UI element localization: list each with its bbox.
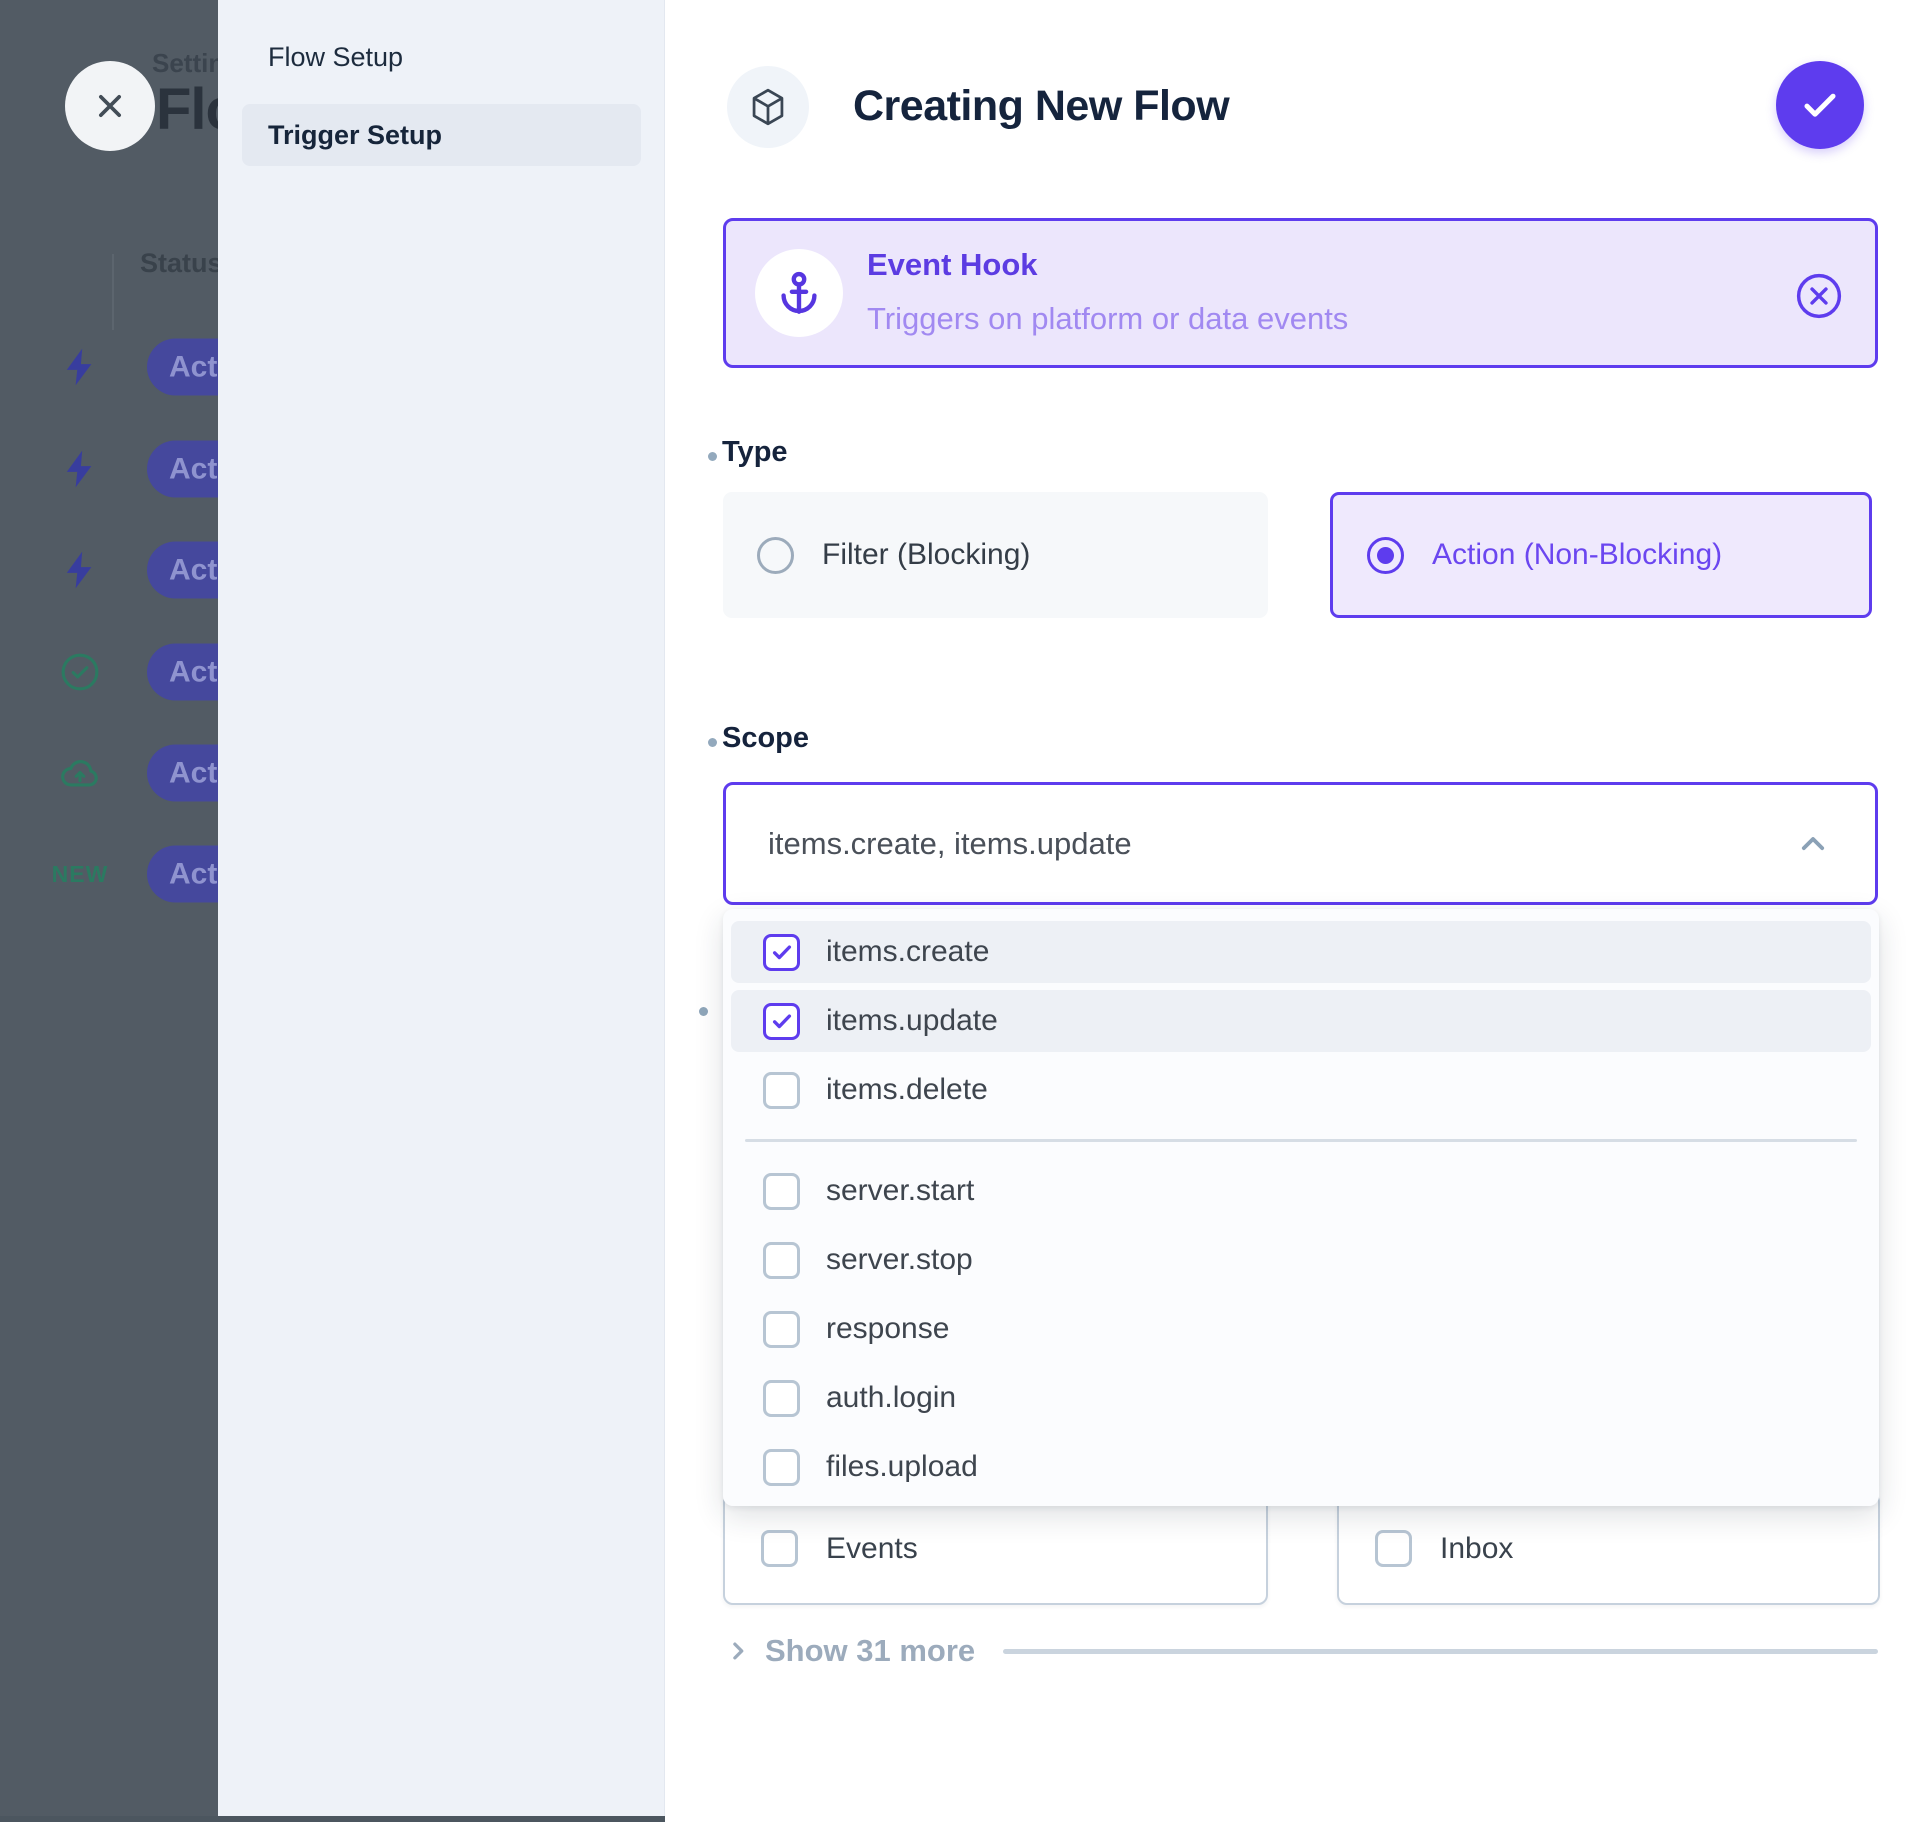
scope-options-dropdown: items.create items.update items.delete s… <box>723 909 1879 1506</box>
scope-option-items-update[interactable]: items.update <box>731 990 1871 1052</box>
background-page-title: Flo <box>156 76 218 143</box>
check-icon <box>1797 82 1843 128</box>
checkbox-checked-icon <box>763 934 800 971</box>
status-column-header: Status <box>140 248 218 279</box>
new-label: NEW <box>56 850 104 898</box>
show-more-rule <box>1003 1649 1878 1654</box>
table-row: Acti <box>0 419 218 519</box>
scope-option-server-start[interactable]: server.start <box>731 1160 1871 1222</box>
nav-item-label: Flow Setup <box>268 42 403 73</box>
table-row: Acti <box>0 622 218 722</box>
scope-option-items-create[interactable]: items.create <box>731 921 1871 983</box>
checkbox-unchecked-icon <box>763 1072 800 1109</box>
scope-select-value: items.create, items.update <box>768 826 1132 862</box>
collection-option-inbox[interactable]: Inbox <box>1337 1492 1880 1605</box>
scope-option-label: files.upload <box>826 1450 978 1484</box>
background-bottom-edge <box>0 1816 665 1822</box>
status-badge: Acti <box>147 745 218 802</box>
collection-option-label: Events <box>826 1532 918 1566</box>
status-badge: Acti <box>147 542 218 599</box>
bolt-icon <box>56 546 104 594</box>
scope-option-label: server.start <box>826 1174 974 1208</box>
trigger-card-title: Event Hook <box>867 247 1038 283</box>
radio-checked-icon <box>1367 537 1404 574</box>
breadcrumb: Settin <box>152 48 218 79</box>
chevron-up-icon[interactable] <box>1793 824 1833 864</box>
checkbox-unchecked-icon <box>763 1449 800 1486</box>
scope-option-label: server.stop <box>826 1243 973 1277</box>
cloud-upload-icon <box>56 749 104 797</box>
close-icon <box>88 84 132 128</box>
type-field-label: Type <box>722 436 788 469</box>
scope-option-server-stop[interactable]: server.stop <box>731 1229 1871 1291</box>
type-option-action[interactable]: Action (Non-Blocking) <box>1330 492 1872 618</box>
status-badge: Acti <box>147 441 218 498</box>
show-more-label: Show 31 more <box>765 1633 975 1669</box>
scope-option-label: items.create <box>826 935 989 969</box>
anchor-icon <box>774 268 824 318</box>
checkbox-unchecked-icon <box>763 1173 800 1210</box>
scope-option-items-delete[interactable]: items.delete <box>731 1059 1871 1121</box>
drawer-title: Creating New Flow <box>853 82 1229 131</box>
remove-trigger-button[interactable] <box>1793 270 1845 322</box>
check-circle-icon <box>56 648 104 696</box>
create-flow-drawer: Creating New Flow Event Hook Triggers on… <box>665 0 1924 1822</box>
table-row: Acti <box>0 317 218 417</box>
status-badge: Acti <box>147 846 218 903</box>
status-badge: Acti <box>147 644 218 701</box>
bolt-icon <box>56 343 104 391</box>
checkbox-unchecked-icon <box>761 1530 798 1567</box>
scope-option-response[interactable]: response <box>731 1298 1871 1360</box>
collection-option-events[interactable]: Events <box>723 1492 1268 1605</box>
close-drawer-button[interactable] <box>65 61 155 151</box>
scope-option-auth-login[interactable]: auth.login <box>731 1367 1871 1429</box>
status-badge: Acti <box>147 339 218 396</box>
field-edited-dot <box>708 452 717 461</box>
checkbox-unchecked-icon <box>1375 1530 1412 1567</box>
box-icon <box>746 85 790 129</box>
hidden-field-dot <box>699 1007 708 1016</box>
scope-option-files-upload[interactable]: files.upload <box>731 1436 1871 1498</box>
trigger-card-subtitle: Triggers on platform or data events <box>867 301 1348 337</box>
table-row: NEW Acti <box>0 824 218 924</box>
scope-select-input[interactable]: items.create, items.update <box>723 782 1878 905</box>
type-option-filter[interactable]: Filter (Blocking) <box>723 492 1268 618</box>
drawer-nav-panel: Flow Setup Trigger Setup <box>218 0 665 1822</box>
bolt-icon <box>56 445 104 493</box>
chevron-right-icon <box>723 1636 753 1666</box>
flow-avatar <box>727 66 809 148</box>
save-button[interactable] <box>1776 61 1864 149</box>
selected-trigger-card[interactable]: Event Hook Triggers on platform or data … <box>723 218 1878 368</box>
x-circle-icon <box>1793 270 1845 322</box>
scope-field-label: Scope <box>722 722 809 755</box>
table-row: Acti <box>0 723 218 823</box>
type-option-label: Filter (Blocking) <box>822 538 1030 572</box>
nav-item-trigger-setup[interactable]: Trigger Setup <box>242 104 641 166</box>
collection-option-label: Inbox <box>1440 1532 1513 1566</box>
checkbox-unchecked-icon <box>763 1242 800 1279</box>
radio-unchecked-icon <box>757 537 794 574</box>
type-option-label: Action (Non-Blocking) <box>1432 538 1722 572</box>
scope-option-label: response <box>826 1312 949 1346</box>
table-row: Acti <box>0 520 218 620</box>
checkbox-unchecked-icon <box>763 1311 800 1348</box>
dimmed-background-page: Settin Flo Status Acti Acti Acti Acti <box>0 0 218 1822</box>
nav-item-label: Trigger Setup <box>268 120 442 151</box>
scope-option-label: items.update <box>826 1004 998 1038</box>
trigger-icon-circle <box>755 249 843 337</box>
dropdown-divider <box>745 1139 1857 1142</box>
nav-item-flow-setup[interactable]: Flow Setup <box>242 26 641 88</box>
checkbox-checked-icon <box>763 1003 800 1040</box>
checkbox-unchecked-icon <box>763 1380 800 1417</box>
scope-option-label: items.delete <box>826 1073 988 1107</box>
show-more-button[interactable]: Show 31 more <box>723 1626 1878 1676</box>
field-edited-dot <box>708 738 717 747</box>
scope-option-label: auth.login <box>826 1381 956 1415</box>
